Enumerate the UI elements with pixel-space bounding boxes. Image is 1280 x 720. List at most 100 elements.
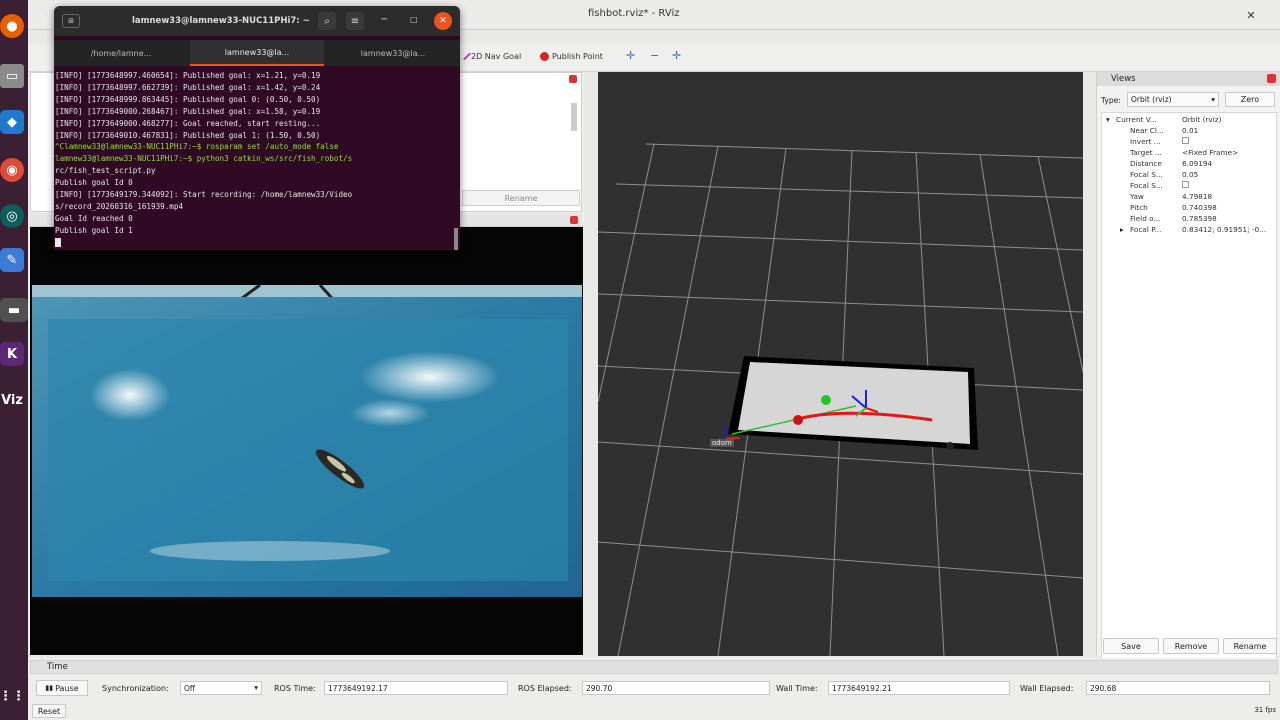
sync-value: Off: [184, 684, 196, 693]
terminal-line: [INFO] [1773648997.460654]: Published go…: [55, 71, 321, 80]
chrome-icon[interactable]: ◉: [0, 158, 24, 182]
rename-display-button[interactable]: Rename: [462, 190, 580, 206]
property-name: Invert ...: [1130, 137, 1161, 146]
property-name: Current V...: [1116, 115, 1157, 124]
terminal-tab-3[interactable]: lamnew33@la...: [326, 40, 460, 66]
sync-select[interactable]: Off ▾: [180, 681, 262, 695]
expand-icon[interactable]: ▸: [1120, 225, 1124, 234]
terminal-output[interactable]: [INFO] [1773648997.460654]: Published go…: [54, 66, 460, 250]
focal-shape-checkbox[interactable]: [1182, 181, 1276, 190]
property-row[interactable]: ▾ Current V... Orbit (rviz): [1102, 115, 1278, 126]
grid-scene: [598, 143, 1083, 656]
terminal-window[interactable]: ⊞ lamnew33@lamnew33-NUC11PHi7: ~ ⌕ ≡ − □…: [54, 6, 460, 250]
menu-icon[interactable]: ≡: [346, 12, 364, 30]
app-icon[interactable]: ◎: [0, 204, 24, 228]
terminal-line: Publish goal Id 1: [55, 225, 133, 235]
terminal-line: s/record_20260316_161939.mp4: [55, 201, 184, 211]
ros-time-field[interactable]: 1773649192.17: [324, 681, 508, 695]
publish-point-tool[interactable]: Publish Point: [540, 52, 603, 61]
property-row[interactable]: Yaw 4.79818: [1102, 192, 1278, 203]
time-panel-header: Time: [30, 660, 1278, 674]
render-3d-view[interactable]: odom: [598, 72, 1083, 656]
property-row[interactable]: Field o... 0.785398: [1102, 214, 1278, 225]
chevron-down-icon: ▾: [1211, 95, 1215, 104]
close-icon[interactable]: ✕: [434, 12, 452, 30]
terminal-scrollbar[interactable]: [454, 228, 458, 250]
property-value: 4.79818: [1182, 192, 1213, 201]
property-name: Pitch: [1130, 203, 1148, 212]
invert-checkbox[interactable]: [1182, 137, 1276, 146]
wall-time-field[interactable]: 1773649192.21: [828, 681, 1010, 695]
terminal-title: lamnew33@lamnew33-NUC11PHi7: ~: [132, 16, 310, 26]
property-name: Yaw: [1130, 192, 1144, 201]
close-panel-icon[interactable]: [569, 75, 577, 83]
terminal-cursor: [55, 237, 61, 247]
nav-goal-label: 2D Nav Goal: [471, 52, 522, 61]
property-value: 0.785398: [1182, 214, 1217, 223]
publish-point-label: Publish Point: [552, 52, 603, 61]
minimize-icon[interactable]: −: [380, 14, 388, 25]
show-apps-icon[interactable]: ⋮⋮: [0, 684, 25, 708]
time-panel: Time ▮▮ Pause Synchronization: Off ▾ ROS T…: [28, 658, 1280, 720]
property-row[interactable]: Distance 6.09194: [1102, 159, 1278, 170]
terminal-header: ⊞ lamnew33@lamnew33-NUC11PHi7: ~ ⌕ ≡ − □…: [54, 6, 460, 36]
displays-scrollbar[interactable]: [571, 103, 577, 131]
expand-icon[interactable]: ▾: [1106, 115, 1110, 124]
property-row[interactable]: Focal S... 0.05: [1102, 170, 1278, 181]
rviz-icon[interactable]: Viz: [0, 388, 24, 412]
vscode-icon[interactable]: ◆: [0, 110, 24, 134]
fish-marker: [793, 415, 803, 425]
property-row[interactable]: ▸ Focal P... 0.83412; 0.91951; -0...: [1102, 225, 1278, 236]
property-row[interactable]: Target ... <Fixed Frame>: [1102, 148, 1278, 159]
zero-button[interactable]: Zero: [1225, 92, 1275, 107]
search-icon[interactable]: ⌕: [318, 12, 336, 30]
property-row[interactable]: Focal S...: [1102, 181, 1278, 192]
rename-view-button[interactable]: Rename: [1223, 638, 1277, 654]
zoom-out-tool[interactable]: −: [650, 49, 659, 62]
new-tab-icon[interactable]: ⊞: [62, 14, 80, 28]
save-view-button[interactable]: Save: [1103, 638, 1159, 654]
chevron-down-icon: ▾: [254, 683, 258, 692]
close-camera-icon[interactable]: [570, 216, 578, 224]
type-select[interactable]: Orbit (rviz) ▾: [1127, 92, 1219, 107]
terminal-line: [INFO] [1773648997.662739]: Published go…: [55, 82, 321, 92]
pause-label: Pause: [55, 683, 79, 693]
sync-label: Synchronization:: [102, 684, 169, 693]
move-camera-tool[interactable]: ✛: [626, 49, 635, 62]
property-value: <Fixed Frame>: [1182, 148, 1239, 157]
close-window-icon[interactable]: ✕: [1240, 4, 1262, 26]
maximize-icon[interactable]: □: [410, 15, 418, 24]
wall-elapsed-field[interactable]: 290.68: [1086, 681, 1270, 695]
reset-button[interactable]: Reset: [32, 704, 66, 718]
property-row[interactable]: Pitch 0.740398: [1102, 203, 1278, 214]
nav-goal-icon: [463, 52, 471, 61]
focus-camera-tool[interactable]: ✛: [672, 49, 681, 62]
terminal-tab-1[interactable]: /home/lamne...: [54, 40, 188, 66]
firefox-icon[interactable]: ●: [0, 14, 24, 38]
wall-time-label: Wall Time:: [776, 684, 818, 693]
ros-elapsed-field[interactable]: 290.70: [582, 681, 770, 695]
kazam-icon[interactable]: K: [0, 342, 24, 366]
window-title: fishbot.rviz* - RViz: [588, 8, 680, 19]
nav-goal-tool[interactable]: 2D Nav Goal: [463, 52, 522, 61]
property-name: Target ...: [1130, 148, 1162, 157]
property-name: Focal S...: [1130, 170, 1163, 179]
property-value: 0.740398: [1182, 203, 1217, 212]
pause-button[interactable]: ▮▮ Pause: [36, 680, 88, 696]
terminal-tabs: /home/lamne... lamnew33@la... lamnew33@l…: [54, 40, 460, 66]
terminal-tab-2[interactable]: lamnew33@la...: [190, 40, 324, 66]
notes-icon[interactable]: ✎: [0, 248, 24, 272]
property-row[interactable]: Invert ...: [1102, 137, 1278, 148]
files-icon[interactable]: ▭: [0, 64, 24, 88]
pause-icon: ▮▮: [45, 684, 54, 692]
remove-view-button[interactable]: Remove: [1163, 638, 1219, 654]
property-name: Focal S...: [1130, 181, 1163, 190]
close-views-icon[interactable]: [1267, 74, 1276, 83]
terminal-line: [INFO] [1773649179.344092]: Start record…: [55, 190, 353, 200]
ubuntu-dock: ● ▭ ◆ ◉ ◎ ✎ ▬ K Viz ⋮⋮: [0, 0, 28, 720]
terminal-icon[interactable]: ▬: [0, 298, 28, 322]
property-row[interactable]: Near Cl... 0.01: [1102, 126, 1278, 137]
odom-frame-label: odom: [710, 439, 734, 447]
terminal-line: Publish goal Id 0: [55, 178, 133, 188]
property-value: 6.09194: [1182, 159, 1213, 168]
